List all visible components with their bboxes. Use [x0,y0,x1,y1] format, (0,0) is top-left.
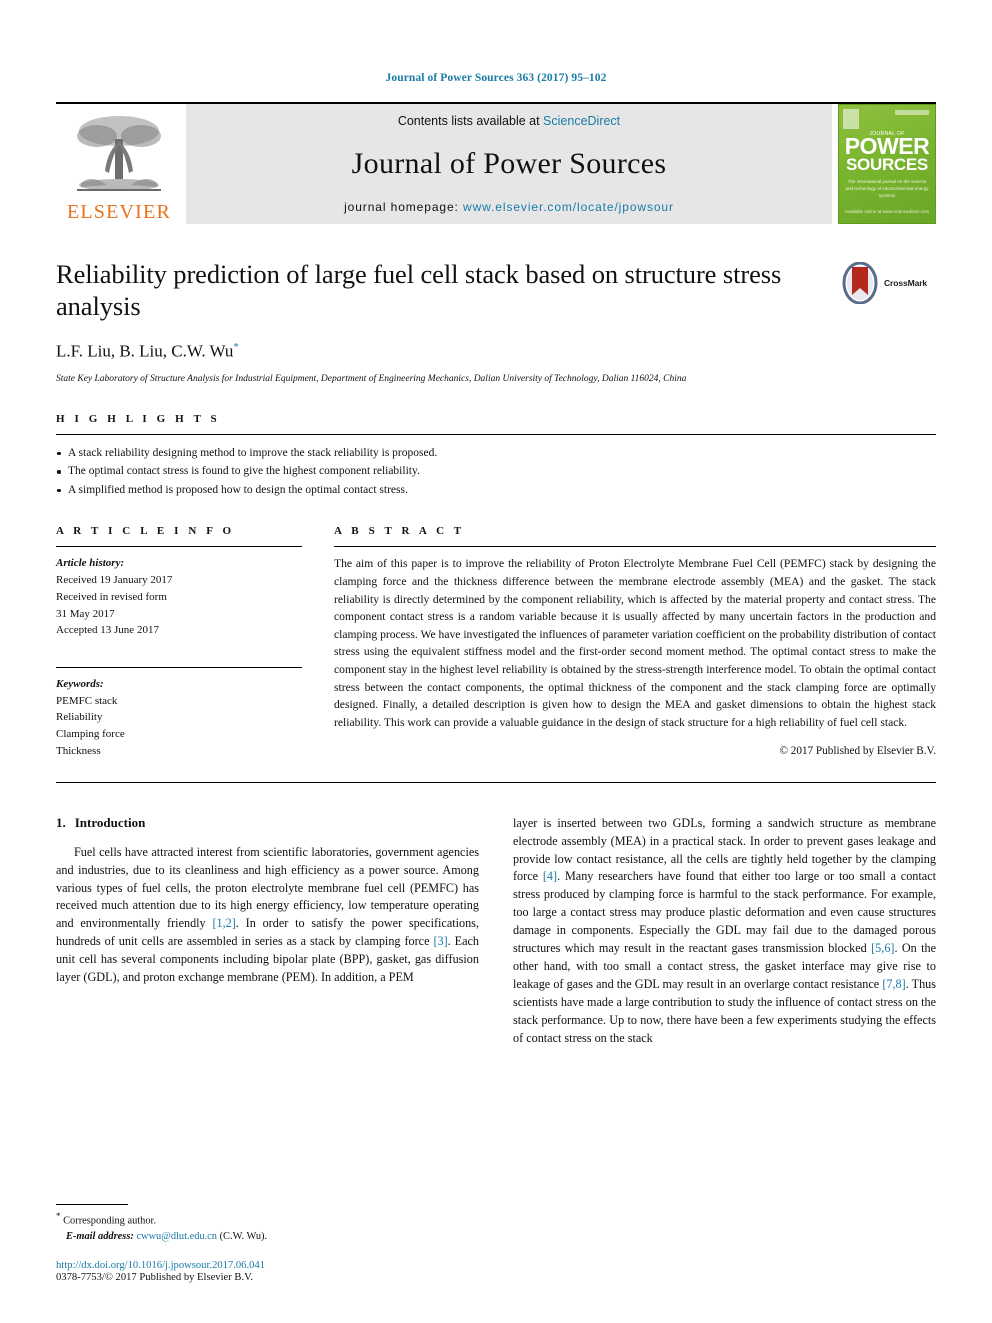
email-line: E-mail address: cwwu@dlut.edu.cn (C.W. W… [56,1229,468,1245]
abstract-copyright: © 2017 Published by Elsevier B.V. [779,744,936,757]
corresponding-author-label: Corresponding author. [63,1215,157,1227]
masthead-center: Contents lists available at ScienceDirec… [186,104,832,224]
section-title-text: Introduction [74,814,146,830]
keyword-item: Reliability [56,711,103,724]
abstract-divider [334,546,936,548]
cover-top-bar [895,110,929,115]
abstract-heading: A B S T R A C T [334,525,465,538]
elsevier-tree-icon [77,116,161,191]
list-item: The optimal contact stress is found to g… [56,462,936,481]
history-item: Received in revised form [56,590,167,603]
highlights-list: A stack reliability designing method to … [56,444,936,500]
footnote-divider [56,1204,128,1206]
author-list: L.F. Liu, B. Liu, C.W. Wu* [56,341,828,362]
list-item: A simplified method is proposed how to d… [56,481,936,500]
homepage-url-link[interactable]: www.elsevier.com/locate/jpowsour [463,200,674,214]
intro-paragraph-left: Fuel cells have attracted interest from … [56,844,479,988]
article-info-column: A R T I C L E I N F O Article history: R… [56,525,302,759]
sciencedirect-link[interactable]: ScienceDirect [543,114,620,128]
section-heading-introduction: 1. Introduction [56,815,479,831]
citation-ref[interactable]: [7,8] [882,977,905,991]
abstract-bottom-divider [56,781,936,783]
corresponding-author-marker: * [233,340,239,353]
highlights-heading: H I G H L I G H T S [56,412,221,425]
page-footer: * Corresponding author. E-mail address: … [56,1204,468,1283]
journal-homepage-line: journal homepage: www.elsevier.com/locat… [344,200,674,214]
journal-title: Journal of Power Sources [351,147,667,180]
body-column-left: 1. Introduction Fuel cells have attracted… [56,815,479,1048]
history-item: Received 19 January 2017 [56,574,173,587]
citation-ref[interactable]: [3] [433,934,447,948]
author-names: L.F. Liu, B. Liu, C.W. Wu [56,341,234,361]
cover-title-line2: SOURCES [846,155,928,175]
journal-masthead: ELSEVIER Contents lists available at Sci… [56,102,936,224]
issn-copyright: 0378-7753/© 2017 Published by Elsevier B… [56,1272,254,1283]
cover-elsevier-icon [843,109,859,129]
cover-subtitle: The international journal on the science… [845,179,929,198]
email-label: E-mail address: [66,1231,137,1243]
history-item: 31 May 2017 [56,607,115,620]
body-columns: 1. Introduction Fuel cells have attracted… [56,815,936,1048]
article-history-block: Article history: Received 19 January 201… [56,555,302,639]
keyword-item: Thickness [56,744,101,757]
intro-paragraph-right: layer is inserted between two GDLs, form… [513,815,936,1048]
highlights-section: H I G H L I G H T S A stack reliability … [56,413,936,500]
info-abstract-section: A R T I C L E I N F O Article history: R… [56,525,936,759]
corresponding-author-line: * Corresponding author. [56,1210,468,1229]
email-suffix: (C.W. Wu). [217,1231,268,1243]
email-link[interactable]: cwwu@dlut.edu.cn [136,1231,217,1242]
section-number: 1. [56,814,66,830]
contents-available-line: Contents lists available at ScienceDirec… [398,114,620,128]
article-info-heading: A R T I C L E I N F O [56,525,235,538]
citation-ref[interactable]: [1,2] [212,916,235,930]
contents-prefix: Contents lists available at [397,114,544,128]
title-block: Reliability prediction of large fuel cel… [56,258,936,387]
keywords-block: Keywords: PEMFC stack Reliability Clampi… [56,676,302,760]
keyword-item: Clamping force [56,728,125,741]
homepage-prefix: journal homepage: [344,200,464,214]
highlights-divider [56,433,936,435]
affiliation: State Key Laboratory of Structure Analys… [56,374,687,385]
citation-ref[interactable]: [5,6] [871,941,894,955]
crossmark-badge-group[interactable]: CrossMark [840,258,936,304]
abstract-column: A B S T R A C T The aim of this paper is… [334,525,936,759]
title-main: Reliability prediction of large fuel cel… [56,258,840,387]
article-page: Journal of Power Sources 363 (2017) 95–1… [0,0,992,1323]
elsevier-wordmark: ELSEVIER [66,201,172,223]
crossmark-icon [842,262,878,304]
body-column-right: layer is inserted between two GDLs, form… [513,815,936,1048]
cover-title-line1: POWER [844,133,930,159]
doi-link[interactable]: http://dx.doi.org/10.1016/j.jpowsour.201… [56,1260,468,1271]
article-history-label: Article history: [56,557,125,570]
corresponding-author-note: * Corresponding author. E-mail address: … [56,1210,468,1245]
running-head: Journal of Power Sources 363 (2017) 95–1… [385,72,607,84]
list-item: A stack reliability designing method to … [56,444,936,463]
cover-bottom-text: Available online at www.sciencedirect.co… [844,208,930,214]
crossmark-label: CrossMark [884,278,928,288]
abstract-text: The aim of this paper is to improve the … [334,557,936,729]
page-title: Reliability prediction of large fuel cel… [56,259,782,322]
cover-title: POWER SOURCES [839,133,935,175]
keyword-item: PEMFC stack [56,694,118,707]
footnote-star: * [56,1211,61,1222]
journal-cover-thumbnail: JOURNAL OF POWER SOURCES The internation… [838,104,936,224]
article-info-divider [56,546,302,548]
elsevier-logo: ELSEVIER [56,104,182,224]
citation-ref[interactable]: [4] [543,869,557,883]
history-item: Accepted 13 June 2017 [56,624,159,637]
keywords-label: Keywords: [56,678,104,691]
keywords-divider [56,667,302,669]
